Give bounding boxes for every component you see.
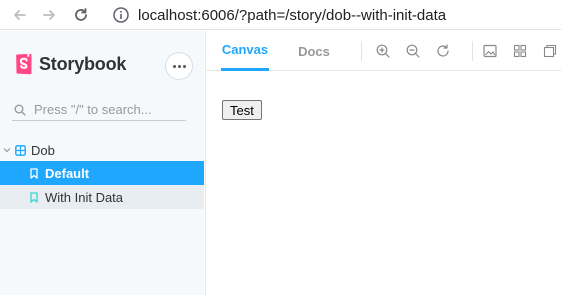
reload-icon (75, 8, 87, 21)
sidebar-menu-button[interactable] (166, 53, 192, 79)
preview-toolbar: Canvas Docs (206, 31, 561, 71)
search-icon (14, 104, 26, 116)
zoom-out-button[interactable] (405, 43, 421, 59)
zoom-out-icon (406, 44, 420, 58)
info-icon[interactable] (112, 6, 130, 24)
viewport-button[interactable] (542, 43, 558, 59)
tab-canvas[interactable]: Canvas (221, 31, 269, 71)
tree-group-label: Dob (31, 142, 55, 158)
zoom-reset-icon (437, 44, 449, 57)
test-button[interactable]: Test (222, 100, 262, 120)
tree-item-label: Default (45, 165, 90, 181)
storybook-logo-icon (16, 53, 32, 75)
grid-button[interactable] (512, 43, 528, 59)
zoom-in-icon (376, 44, 390, 58)
chevron-down-icon (3, 148, 11, 153)
arrow-left-icon (14, 10, 26, 20)
url-text[interactable]: localhost:6006/?path=/story/dob--with-in… (138, 7, 446, 24)
bookmark-icon (30, 191, 38, 203)
back-button[interactable] (8, 3, 32, 27)
reload-button[interactable] (69, 3, 93, 27)
story-tree: Dob Default With Init Data (0, 139, 204, 209)
brand-name: Storybook (39, 53, 127, 74)
sidebar: Storybook Dob Default With Init Data (0, 31, 204, 295)
tree-group-dob[interactable]: Dob (0, 139, 204, 161)
tree-item-default[interactable]: Default (0, 161, 204, 185)
bookmark-icon (30, 167, 38, 179)
arrow-right-icon (43, 10, 55, 20)
tree-item-label: With Init Data (45, 189, 124, 205)
toolbar-divider (472, 41, 473, 61)
brand[interactable]: Storybook (15, 53, 126, 75)
search-box[interactable] (12, 99, 186, 121)
tree-item-with-init-data[interactable]: With Init Data (0, 185, 204, 209)
grid-icon (513, 44, 527, 58)
image-icon (483, 44, 497, 58)
zoom-in-button[interactable] (375, 43, 391, 59)
browser-toolbar: localhost:6006/?path=/story/dob--with-in… (0, 0, 561, 30)
search-input[interactable] (34, 102, 184, 117)
address-bar[interactable]: localhost:6006/?path=/story/dob--with-in… (106, 2, 561, 28)
background-button[interactable] (482, 43, 498, 59)
viewport-icon (543, 44, 557, 58)
zoom-reset-button[interactable] (435, 43, 451, 59)
forward-button[interactable] (37, 3, 61, 27)
component-icon (15, 144, 26, 156)
main-panel: Canvas Docs Test (205, 31, 561, 295)
story-canvas: Test (206, 72, 561, 295)
tab-docs[interactable]: Docs (296, 31, 332, 71)
toolbar-divider (361, 41, 362, 61)
ellipsis-icon (172, 64, 176, 68)
